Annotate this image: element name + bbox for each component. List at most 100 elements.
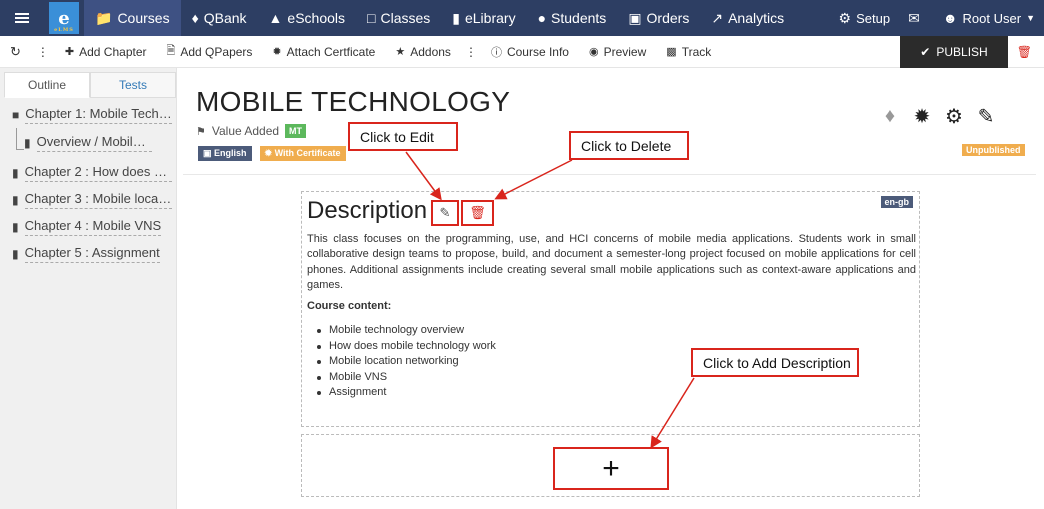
value-added-row: ⚑ Value Added MT (196, 124, 307, 138)
preview-button[interactable]: ◉ Preview (579, 36, 656, 68)
publish-button[interactable]: ✔ PUBLISH (900, 36, 1008, 68)
more-options-button[interactable]: ⋮ (31, 36, 55, 68)
gear-icon[interactable]: ⚙ (943, 104, 965, 128)
user-icon: ☻ (942, 10, 958, 26)
file-icon: ▮ (12, 220, 19, 234)
list-item: Mobile VNS (317, 370, 496, 386)
value-added-badge: MT (285, 124, 307, 138)
sidebar-chapter-3[interactable]: ▮Chapter 3 : Mobile location networking (12, 191, 172, 209)
logo-icon: e eLMS (49, 2, 79, 34)
addons-button[interactable]: ★ Addons (385, 36, 461, 68)
top-nav: e eLMS 📁 Courses ♦ QBank ▲ eSchools □ Classes… (0, 0, 1044, 36)
list-item: Mobile location networking (317, 354, 496, 370)
vertical-dots-icon: ⋮ (464, 44, 477, 59)
file-icon: ▮ (24, 136, 31, 150)
callout-delete: Click to Delete (569, 131, 689, 160)
certificate-icon[interactable]: ✹ (911, 104, 933, 128)
list-item: Assignment (317, 385, 496, 401)
cart-icon: ▣ (628, 9, 642, 26)
course-content-heading: Course content: (307, 300, 392, 312)
nav-item-students[interactable]: ● Students (527, 0, 618, 36)
info-icon: ⓘ (490, 46, 502, 59)
user-menu[interactable]: ☻ Root User ▼ (934, 0, 1044, 36)
certificate-icon: ✹ (272, 46, 282, 58)
nav-item-setup[interactable]: ⚙ Setup (830, 0, 900, 36)
chat-icon: ✉ (908, 9, 920, 26)
callout-edit: Click to Edit (348, 122, 458, 151)
bar-chart-icon: ▩ (666, 46, 677, 58)
file-icon: ▮ (12, 247, 19, 261)
pencil-icon[interactable]: ✎ (975, 104, 997, 128)
hamburger-menu-icon[interactable] (0, 0, 44, 36)
sidebar-lesson-overview[interactable]: ▮Overview / Mobile Technology (24, 134, 152, 152)
nav-item-qbank[interactable]: ♦ QBank (181, 0, 258, 36)
sidebar-chapter-2[interactable]: ▮Chapter 2 : How does mobile work (12, 164, 172, 182)
tab-tests[interactable]: Tests (90, 72, 176, 98)
delete-course-button[interactable]: 🗑 (1017, 36, 1032, 68)
description-body: This class focuses on the programming, u… (307, 233, 916, 292)
list-item: Mobile technology overview (317, 323, 496, 339)
check-icon: ✔ (920, 45, 931, 59)
graduation-cap-icon: ▲ (268, 10, 283, 26)
list-item: How does mobile technology work (317, 339, 496, 355)
plus-icon: ✚ (64, 46, 75, 58)
caret-down-icon: ▼ (1026, 13, 1035, 23)
eye-icon: ◉ (588, 46, 599, 58)
sidebar-chapter-1[interactable]: ■Chapter 1: Mobile Technology (12, 106, 172, 124)
add-description-button[interactable]: + (553, 447, 669, 490)
add-chapter-button[interactable]: ✚ Add Chapter (55, 36, 157, 68)
nav-item-orders[interactable]: ▣ Orders (617, 0, 700, 36)
description-heading: Description (307, 197, 428, 224)
delete-description-button[interactable]: 🗑 (461, 200, 494, 226)
nav-item-elibrary[interactable]: ▮ eLibrary (441, 0, 526, 36)
plus-icon: + (602, 451, 620, 485)
sidebar-chapter-4[interactable]: ▮ Chapter 4 : Mobile VNS (12, 218, 172, 236)
edit-description-button[interactable]: ✎ (431, 200, 459, 226)
tag-icon: ⚑ (196, 125, 206, 138)
course-content-list: Mobile technology overview How does mobi… (317, 323, 496, 401)
sidebar-chapter-5[interactable]: ▮ Chapter 5 : Assignment (12, 245, 172, 263)
nav-item-classes[interactable]: □ Classes (356, 0, 441, 36)
divider (183, 174, 1036, 175)
add-qpapers-button[interactable]: 🗎 Add QPapers (157, 36, 263, 68)
nav-item-analytics[interactable]: ↗ Analytics (700, 0, 795, 36)
book-icon: ▮ (452, 9, 460, 26)
nav-item-eschools[interactable]: ▲ eSchools (258, 0, 356, 36)
file-icon: ▮ (12, 166, 19, 180)
language-badge: ▣ English (198, 146, 252, 161)
course-toolbar: ↻ ⋮ ✚ Add Chapter 🗎 Add QPapers ✹ Attach Ce… (0, 36, 1044, 68)
puzzle-icon[interactable]: ♦ (879, 104, 901, 128)
gear-icon: ⚙ (838, 9, 852, 26)
tab-outline[interactable]: Outline (4, 72, 90, 98)
tree-connector (16, 128, 24, 150)
folder-icon: 📁 (95, 9, 113, 26)
course-title: MOBILE TECHNOLOGY (196, 86, 511, 117)
star-icon: ★ (395, 46, 406, 58)
trash-icon: 🗑 (469, 205, 486, 220)
status-badge: Unpublished (962, 144, 1025, 156)
users-icon: ● (537, 10, 547, 26)
puzzle-icon: ♦ (191, 10, 199, 26)
nav-item-courses[interactable]: 📁 Courses (84, 0, 181, 36)
chat-button[interactable]: ✉ (899, 0, 934, 36)
monitor-icon: □ (367, 10, 376, 26)
pencil-icon: ✎ (439, 205, 451, 220)
refresh-button[interactable]: ↻ (0, 36, 31, 68)
vertical-dots-icon: ⋮ (36, 44, 49, 59)
folder-icon: ■ (12, 108, 20, 122)
logo[interactable]: e eLMS (44, 0, 84, 36)
trash-icon: 🗑 (1016, 45, 1032, 59)
refresh-icon: ↻ (10, 43, 21, 59)
description-block: en-gb Description This class focuses on … (301, 191, 920, 427)
more-options-button-2[interactable]: ⋮ (461, 36, 481, 68)
certificate-badge: ✹ With Certificate (259, 146, 346, 161)
course-info-button[interactable]: ⓘ Course Info (481, 36, 579, 68)
line-chart-icon: ↗ (711, 9, 724, 26)
language-tag: en-gb (880, 196, 913, 208)
track-button[interactable]: ▩ Track (656, 36, 721, 68)
file-icon: ▮ (12, 193, 19, 207)
course-outline-sidebar: Outline Tests ■Chapter 1: Mobile Technol… (0, 68, 177, 509)
attach-certificate-button[interactable]: ✹ Attach Certficate (262, 36, 385, 68)
callout-add: Click to Add Description (691, 348, 859, 377)
file-icon: 🗎 (166, 45, 176, 57)
